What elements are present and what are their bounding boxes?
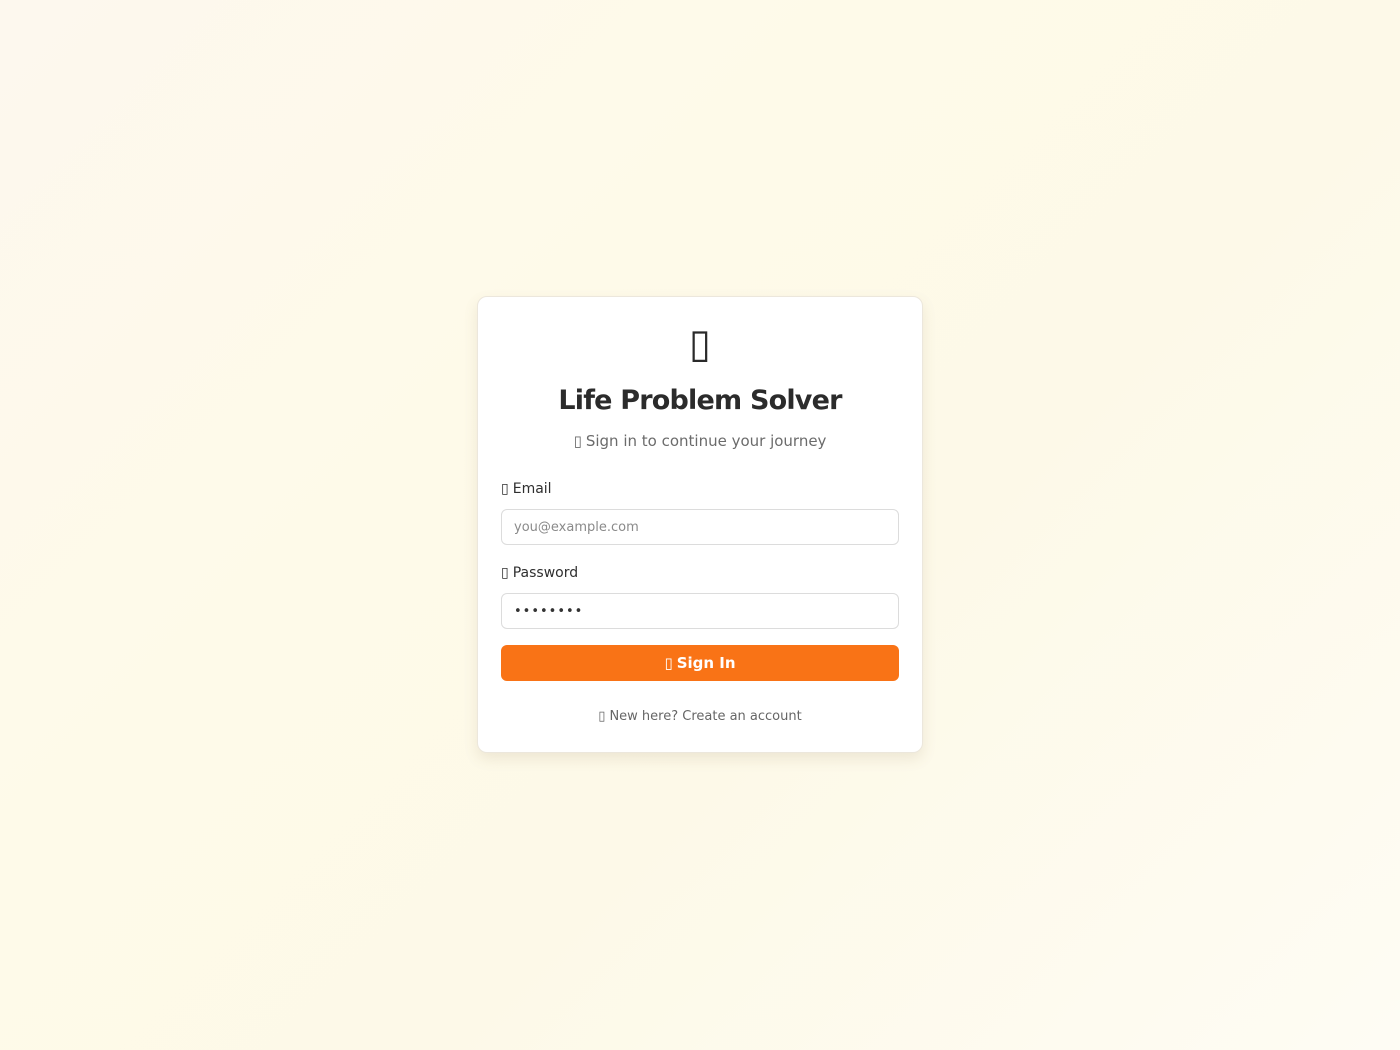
lock-icon: ▯ xyxy=(501,565,509,581)
sign-in-label: Sign In xyxy=(676,654,736,672)
create-account-label: New here? Create an account xyxy=(609,709,802,724)
password-label-text: Password xyxy=(512,565,579,581)
mail-icon: ▯ xyxy=(501,481,509,497)
email-label: ▯ Email xyxy=(501,479,552,499)
page-title: Life Problem Solver xyxy=(558,385,842,416)
email-label-text: Email xyxy=(512,481,552,497)
sparkle-icon: ▯ xyxy=(573,432,582,450)
login-card: ▯ Life Problem Solver ▯ Sign in to contin… xyxy=(477,296,923,753)
create-account-link[interactable]: ▯ New here? Create an account xyxy=(478,707,922,727)
email-field[interactable] xyxy=(501,509,899,545)
password-field[interactable] xyxy=(501,593,899,629)
password-label: ▯ Password xyxy=(501,563,578,583)
subtitle-text: Sign in to continue your journey xyxy=(585,432,827,450)
sign-in-button[interactable]: ▯ Sign In xyxy=(501,645,899,681)
app-logo-icon: ▯ xyxy=(688,321,711,367)
page-subtitle: ▯ Sign in to continue your journey xyxy=(478,430,922,452)
user-plus-icon: ▯ xyxy=(598,709,606,724)
sign-in-icon: ▯ xyxy=(664,654,673,672)
